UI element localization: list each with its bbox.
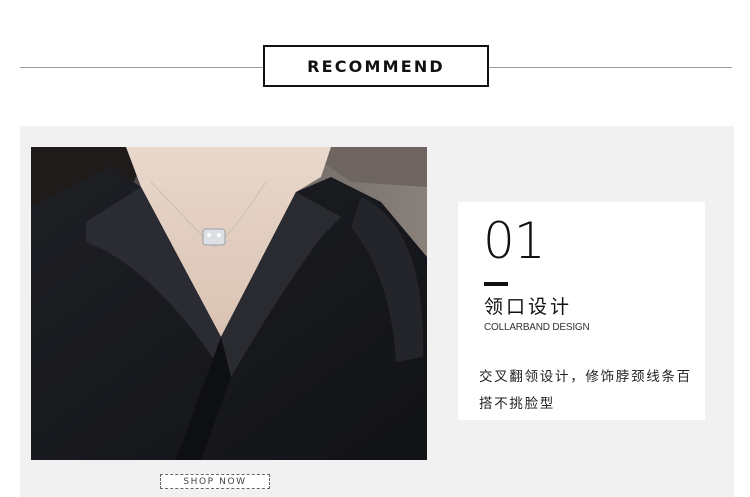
- feature-number: 01: [483, 212, 546, 270]
- accent-bar: [484, 282, 508, 286]
- shop-now-button[interactable]: SHOP NOW: [160, 474, 270, 489]
- product-photo: [31, 147, 427, 460]
- feature-title-en: COLLARBAND DESIGN: [484, 322, 590, 333]
- feature-description: 交叉翻领设计，修饰脖颈线条百搭不挑脸型: [479, 369, 692, 412]
- feature-title-cn: 领口设计: [484, 296, 573, 318]
- section-title: RECOMMEND: [263, 45, 489, 87]
